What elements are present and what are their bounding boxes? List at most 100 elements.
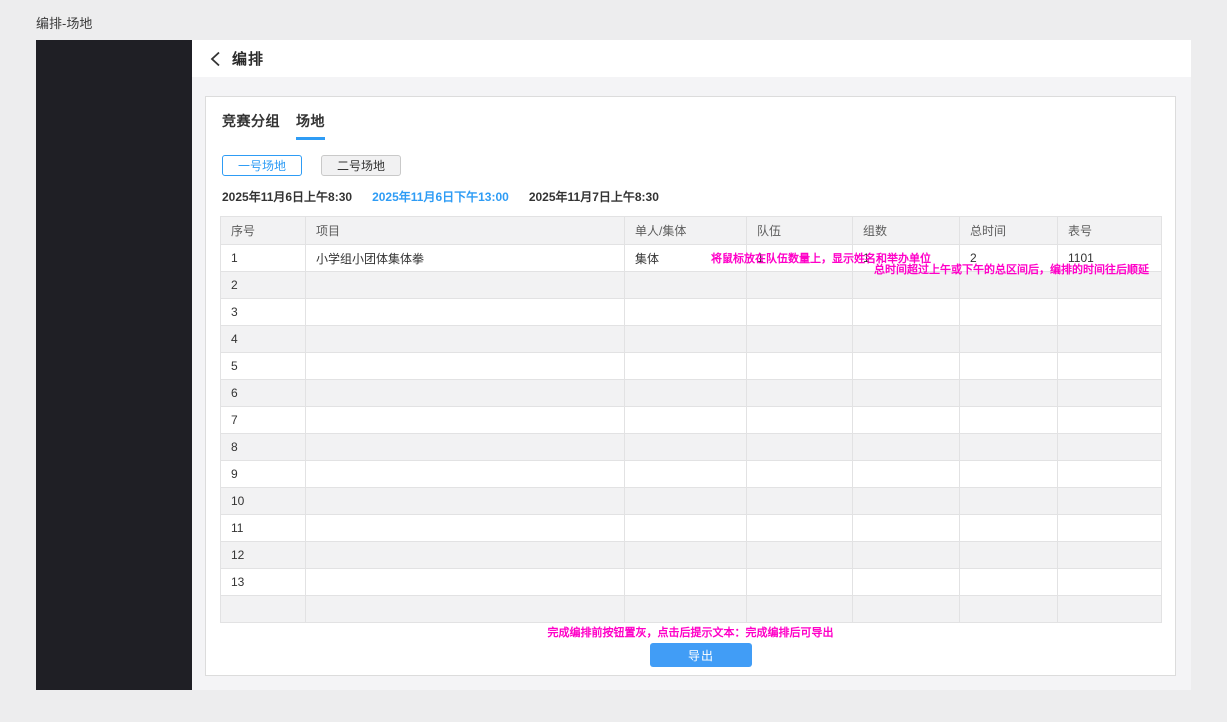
- table-cell: [306, 596, 625, 623]
- table-cell: 小学组小团体集体拳: [306, 245, 625, 272]
- annotation-export-note: 完成编排前按钮置灰，点击后提示文本：完成编排后可导出: [206, 624, 1175, 640]
- tab-bar: 竞赛分组 场地: [222, 111, 1161, 140]
- table-cell: 12: [221, 542, 306, 569]
- table-cell: [747, 461, 853, 488]
- table-cell: [960, 542, 1058, 569]
- table-row: 11: [221, 515, 1162, 542]
- table-cell: [1058, 353, 1162, 380]
- table-row: 7: [221, 407, 1162, 434]
- tab-venue[interactable]: 场地: [296, 111, 325, 140]
- table-cell: [747, 326, 853, 353]
- table-cell: [960, 353, 1058, 380]
- table-cell: [960, 407, 1058, 434]
- table-cell: [1058, 299, 1162, 326]
- table-cell: 4: [221, 326, 306, 353]
- table-cell: [747, 542, 853, 569]
- table-cell: [853, 488, 960, 515]
- table-cell: [306, 353, 625, 380]
- table-cell: [306, 272, 625, 299]
- table-row: 4: [221, 326, 1162, 353]
- table-cell: [1058, 542, 1162, 569]
- table-row: 6: [221, 380, 1162, 407]
- page-title: 编排: [232, 48, 264, 69]
- table-row: [221, 596, 1162, 623]
- table-header-row: 序号项目单人/集体队伍组数总时间表号: [221, 217, 1162, 245]
- table-cell: [625, 407, 747, 434]
- column-header: 组数: [853, 217, 960, 245]
- table-cell: [625, 488, 747, 515]
- table-cell: [306, 488, 625, 515]
- venue-button-no2[interactable]: 二号场地: [321, 155, 401, 176]
- table-cell: [306, 542, 625, 569]
- table-cell: [625, 272, 747, 299]
- table-row: 10: [221, 488, 1162, 515]
- table-cell: [306, 461, 625, 488]
- session-tab-nov7-morning[interactable]: 2025年11月7日上午8:30: [529, 188, 659, 205]
- table-cell: 6: [221, 380, 306, 407]
- export-button[interactable]: 导出: [650, 643, 752, 667]
- venue-button-no1[interactable]: 一号场地: [222, 155, 302, 176]
- table-cell: [1058, 407, 1162, 434]
- table-cell: [625, 380, 747, 407]
- table-cell: [747, 434, 853, 461]
- table-cell: [853, 596, 960, 623]
- table-body: 1小学组小团体集体拳集体11211012345678910111213: [221, 245, 1162, 623]
- table-cell: [747, 407, 853, 434]
- table-cell: [625, 299, 747, 326]
- table-cell: [853, 434, 960, 461]
- table-cell: [960, 461, 1058, 488]
- table-cell: [1058, 380, 1162, 407]
- table-cell: [625, 326, 747, 353]
- schedule-table: 序号项目单人/集体队伍组数总时间表号 1小学组小团体集体拳集体112110123…: [220, 216, 1162, 623]
- tab-competition-grouping[interactable]: 竞赛分组: [222, 111, 280, 140]
- breadcrumb: 编排-场地: [36, 13, 92, 32]
- main-card: 竞赛分组 场地 一号场地 二号场地 2025年11月6日上午8:30 2025年…: [205, 96, 1176, 676]
- column-header: 队伍: [747, 217, 853, 245]
- session-tabs: 2025年11月6日上午8:30 2025年11月6日下午13:00 2025年…: [222, 188, 1161, 205]
- table-cell: [853, 299, 960, 326]
- table-cell: [306, 380, 625, 407]
- session-tab-nov6-afternoon[interactable]: 2025年11月6日下午13:00: [372, 188, 509, 205]
- table-cell: [853, 326, 960, 353]
- table-cell: [625, 515, 747, 542]
- topbar: 编排: [192, 40, 1191, 77]
- table-cell: [853, 542, 960, 569]
- table-cell: [747, 488, 853, 515]
- table-cell: 7: [221, 407, 306, 434]
- back-button[interactable]: [210, 51, 221, 67]
- chevron-left-icon: [210, 51, 221, 67]
- table-cell: 11: [221, 515, 306, 542]
- sidebar: [36, 40, 192, 690]
- table-cell: [221, 596, 306, 623]
- table-cell: 9: [221, 461, 306, 488]
- table-cell: 5: [221, 353, 306, 380]
- table-cell: 2: [221, 272, 306, 299]
- table-row: 8: [221, 434, 1162, 461]
- table-cell: [625, 461, 747, 488]
- table-cell: [960, 434, 1058, 461]
- table-cell: [1058, 596, 1162, 623]
- table-cell: [960, 488, 1058, 515]
- table-cell: [625, 353, 747, 380]
- table-cell: [625, 434, 747, 461]
- table-cell: [306, 434, 625, 461]
- table-cell: [853, 569, 960, 596]
- table-cell: [1058, 569, 1162, 596]
- table-cell: [853, 380, 960, 407]
- table-cell: [1058, 326, 1162, 353]
- table-cell: [625, 569, 747, 596]
- table-cell: [853, 461, 960, 488]
- table-cell: [747, 515, 853, 542]
- table-cell: [306, 407, 625, 434]
- table-cell: [1058, 434, 1162, 461]
- session-tab-nov6-morning[interactable]: 2025年11月6日上午8:30: [222, 188, 352, 205]
- table-cell: [960, 380, 1058, 407]
- table-cell: [853, 515, 960, 542]
- table-row: 3: [221, 299, 1162, 326]
- table-cell: 8: [221, 434, 306, 461]
- table-cell: 1: [221, 245, 306, 272]
- table-cell: 13: [221, 569, 306, 596]
- table-cell: [747, 272, 853, 299]
- table-cell: [960, 596, 1058, 623]
- table-row: 5: [221, 353, 1162, 380]
